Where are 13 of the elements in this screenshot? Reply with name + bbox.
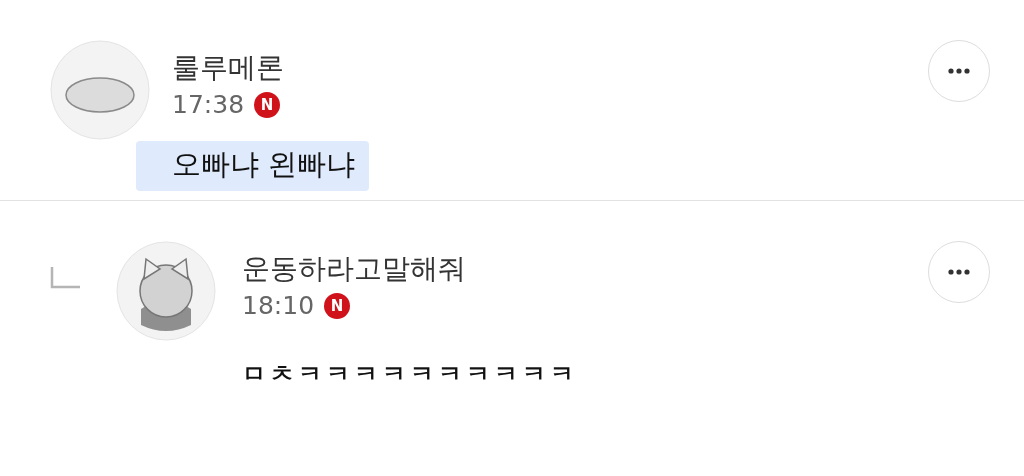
comment-time: 17:38 [172,90,245,119]
new-badge: N [254,91,281,118]
avatar[interactable] [50,40,150,140]
comment-text: 오빠냐 왼빠냐 [136,141,370,191]
author-name[interactable]: 룰루메론 [172,50,928,86]
reply-icon [50,267,80,289]
new-badge: N [324,292,351,319]
avatar[interactable] [116,241,216,341]
more-icon [948,269,970,275]
comment-text: ㅁㅊㅋㅋㅋㅋㅋㅋㅋㅋㅋㅋ [242,359,579,390]
author-name[interactable]: 운동하라고말해줘 [242,251,928,287]
more-icon [948,68,970,74]
comment-time: 18:10 [242,291,315,320]
